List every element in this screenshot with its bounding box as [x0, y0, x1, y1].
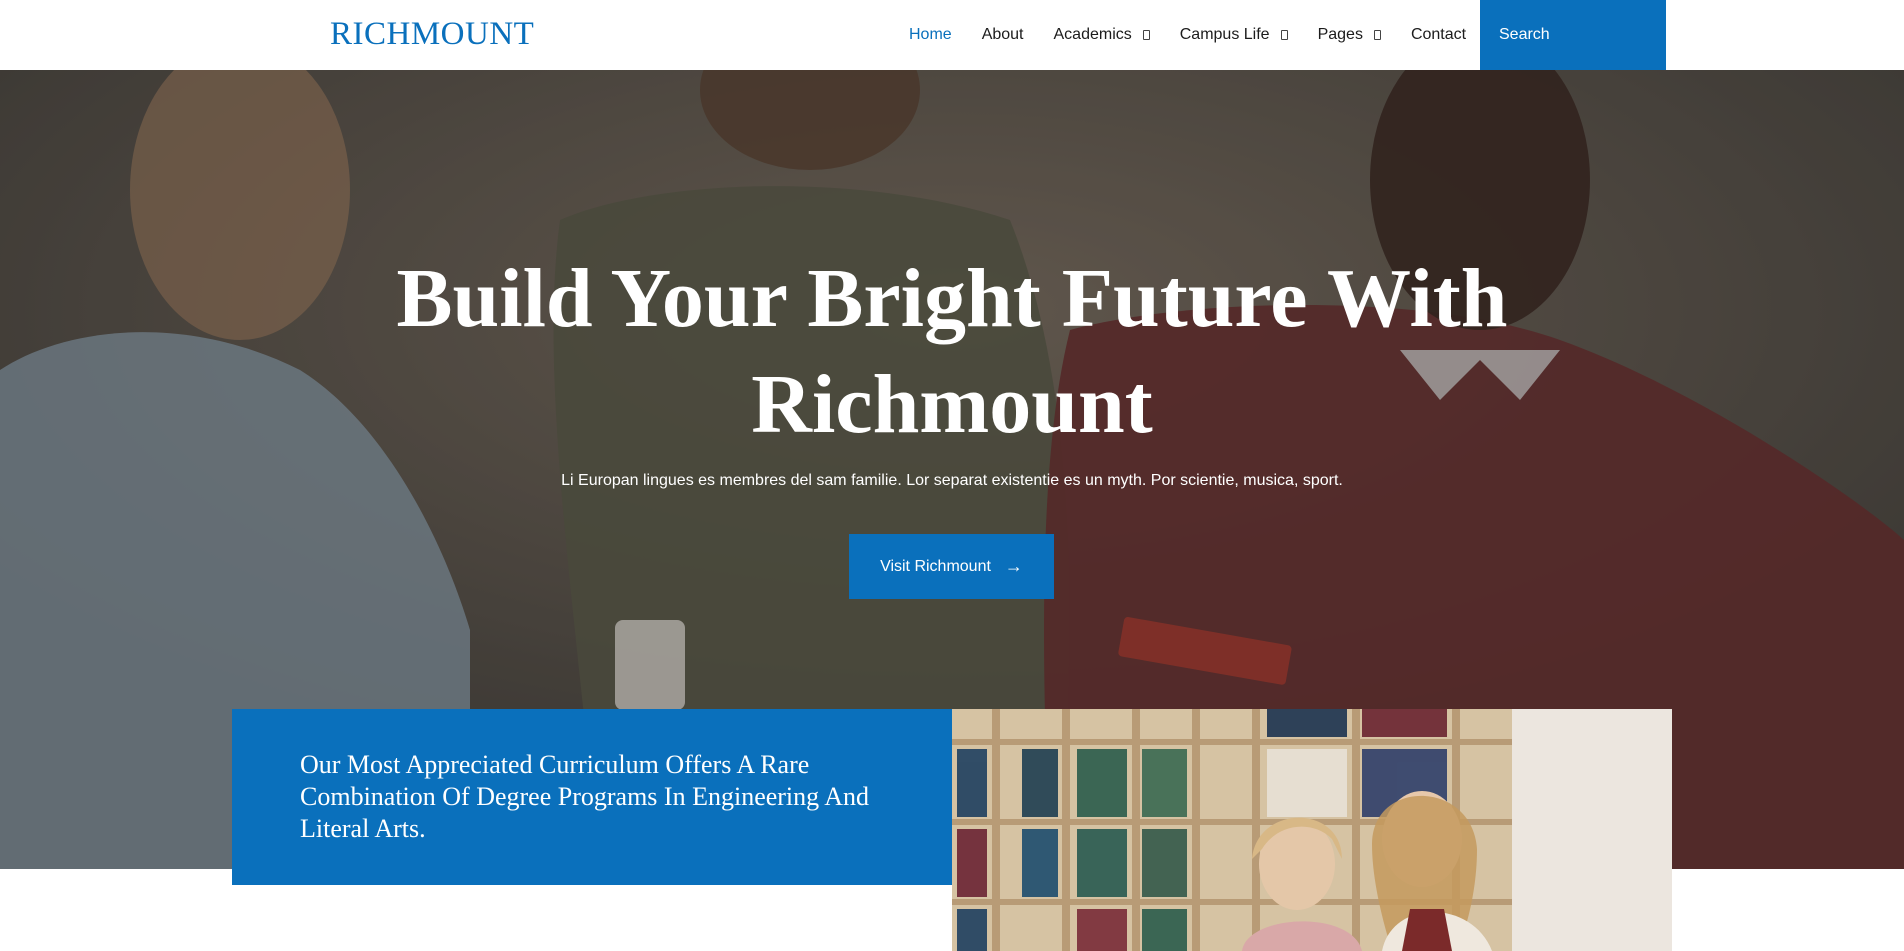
nav-item-home[interactable]: Home — [909, 26, 952, 44]
site-logo[interactable]: RICHMOUNT — [330, 16, 534, 53]
hero-title: Build Your Bright Future With Richmount — [352, 246, 1552, 458]
cta-label: Visit Richmount — [880, 557, 991, 575]
nav-item-label: Pages — [1317, 26, 1363, 43]
arrow-right-icon: → — [1004, 556, 1023, 576]
main-nav: Home About Academics Campus Life Pages C… — [894, 0, 1481, 70]
hero-title-line-2: Richmount — [751, 358, 1153, 451]
nav-item-academics[interactable]: Academics — [1054, 26, 1150, 44]
nav-item-contact[interactable]: Contact — [1411, 26, 1466, 44]
chevron-down-icon — [1280, 30, 1288, 40]
hero-title-line-1: Build Your Bright Future With — [396, 252, 1508, 345]
nav-item-label: Home — [909, 26, 952, 43]
nav-item-label: Academics — [1053, 26, 1132, 43]
visit-richmount-button[interactable]: Visit Richmount → — [849, 534, 1054, 599]
hero-subtitle: Li Europan lingues es membres del sam fa… — [561, 472, 1343, 489]
library-photo — [952, 709, 1672, 951]
nav-item-label: Contact — [1410, 26, 1467, 43]
site-header: RICHMOUNT Home About Academics Campus Li… — [0, 0, 1904, 70]
search-input[interactable]: Search — [1480, 0, 1666, 70]
library-illustration — [952, 709, 1672, 951]
nav-item-pages[interactable]: Pages — [1318, 26, 1381, 44]
feature-text: Our Most Appreciated Curriculum Offers A… — [300, 750, 869, 843]
chevron-down-icon — [1373, 30, 1381, 40]
chevron-down-icon — [1142, 30, 1150, 40]
nav-item-label: About — [981, 26, 1024, 43]
nav-item-about[interactable]: About — [982, 26, 1024, 44]
feature-card: Our Most Appreciated Curriculum Offers A… — [232, 709, 953, 885]
nav-item-label: Campus Life — [1179, 26, 1270, 43]
nav-item-campus-life[interactable]: Campus Life — [1180, 26, 1288, 44]
